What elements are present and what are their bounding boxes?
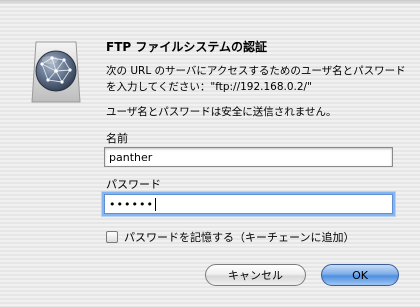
dialog-message: 次の URL のサーバにアクセスするためのユーザ名とパスワードを入力してください… [106, 65, 406, 93]
cancel-button[interactable]: キャンセル [205, 264, 306, 286]
password-field[interactable]: •••••• [104, 194, 393, 214]
name-field-value: panther [109, 150, 153, 164]
dialog-title: FTP ファイルシステムの認証 [106, 40, 267, 54]
remember-password-label[interactable]: パスワードを記憶する（キーチェーンに追加） [124, 229, 354, 245]
ok-button[interactable]: OK [321, 264, 399, 286]
network-globe-icon [30, 40, 82, 104]
text-caret [154, 197, 156, 211]
window-top-shadow [0, 0, 420, 4]
password-field-value: •••••• [109, 197, 154, 211]
ftp-auth-dialog: FTP ファイルシステムの認証 次の URL のサーバにアクセスするためのユーザ… [0, 0, 420, 307]
name-field[interactable]: panther [104, 147, 393, 167]
remember-password-row[interactable]: パスワードを記憶する（キーチェーンに追加） [106, 229, 354, 245]
name-label: 名前 [106, 132, 128, 145]
password-label: パスワード [106, 178, 161, 191]
security-warning: ユーザ名とパスワードは安全に送信されません。 [106, 106, 337, 118]
remember-password-checkbox[interactable] [106, 231, 118, 243]
